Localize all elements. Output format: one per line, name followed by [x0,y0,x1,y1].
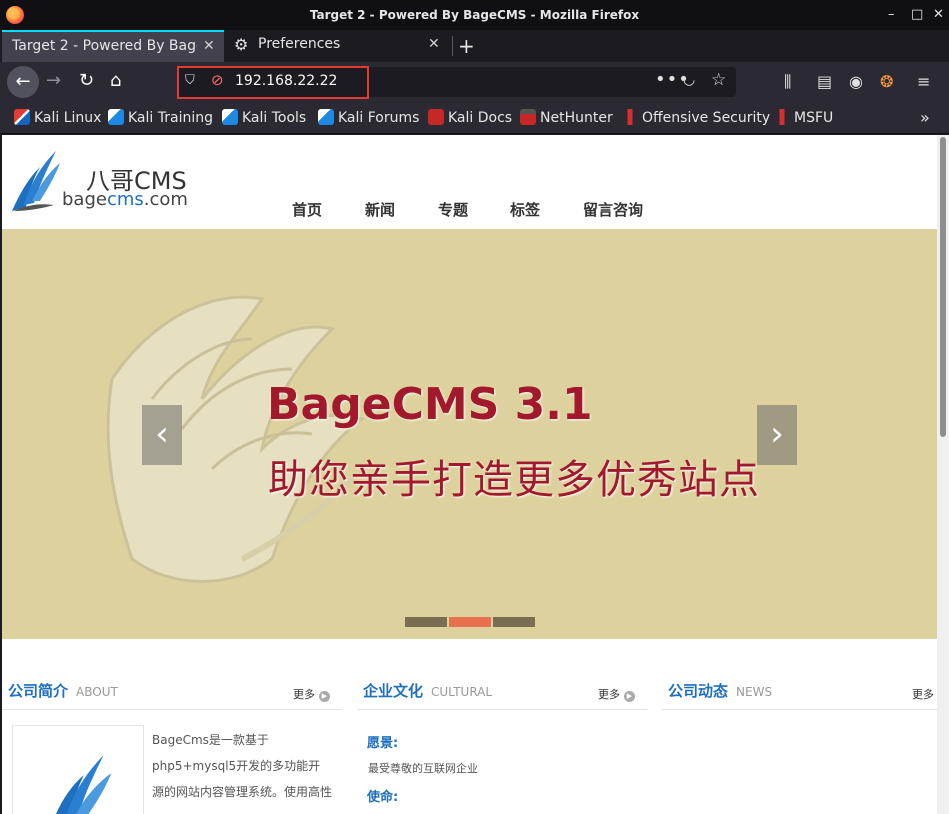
bookmark-kali-docs[interactable]: Kali Docs [428,109,512,126]
bookmarks-toolbar: Kali Linux Kali Training Kali Tools Kali… [0,102,949,134]
close-tab-icon[interactable]: ✕ [203,38,215,54]
msfu-icon [774,109,790,125]
about-text: BageCms是一款基于 php5+mysql5开发的多功能开 源的网站内容管理… [152,733,333,799]
bookmark-kali-training[interactable]: Kali Training [108,109,213,126]
divider [2,709,342,710]
page-scrollbar[interactable] [937,135,949,814]
url-highlight-box [177,66,369,99]
bookmark-kali-forums[interactable]: Kali Forums [318,109,419,126]
section-header-culture: 企业文化 CULTURAL [363,682,493,700]
nav-news[interactable]: 新闻 [365,199,395,220]
close-tab-icon[interactable]: ✕ [428,36,440,52]
minimize-button[interactable]: – [888,7,895,22]
bagecms-logo-bird-icon [55,755,112,814]
bookmark-kali-tools[interactable]: Kali Tools [222,109,306,126]
tab-label: Target 2 - Powered By BageC [12,38,197,54]
gear-icon: ⚙ [234,35,249,54]
tab-separator [452,36,453,56]
slider-next-button[interactable]: › [757,405,797,465]
more-bookmarks-icon[interactable]: » [920,108,930,127]
reload-button[interactable]: ↻ [79,70,94,91]
navigation-toolbar: ← → ↻ ⌂ ⛉ ⊘ 192.168.22.22 ••• ◡ ☆ ⫼ ▤ ◉ … [0,62,949,102]
home-button[interactable]: ⌂ [110,70,121,91]
banner-subtitle: 助您亲手打造更多优秀站点 [268,457,760,503]
forward-button[interactable]: → [46,70,61,91]
sidebar-icon[interactable]: ▤ [817,72,832,91]
slider-dot-active[interactable] [449,617,491,627]
bookmark-star-icon[interactable]: ☆ [711,70,726,90]
bagecms-logo-bird-icon[interactable] [10,145,62,213]
library-icon[interactable]: ⫼ [784,72,791,92]
mission-label: 使命: [367,790,399,805]
bookmark-nethunter[interactable]: NetHunter [520,109,613,126]
divider [662,709,937,710]
section-header-news: 公司动态 NEWS [668,682,773,700]
nav-tags[interactable]: 标签 [510,199,540,220]
bookmark-msfu[interactable]: MSFU [774,109,833,126]
divider [357,709,647,710]
nethunter-icon [520,109,536,125]
account-icon[interactable]: ◉ [849,72,863,91]
kali-dragon-icon [14,109,30,125]
pocket-icon[interactable]: ◡ [683,72,695,88]
logo-text-en[interactable]: bagecms.com [62,189,188,210]
banner-title: BageCMS 3.1 [267,379,593,430]
window-title: Target 2 - Powered By BageCMS - Mozilla … [309,8,640,22]
slider-dot[interactable] [405,617,447,627]
extension-icon[interactable]: ❂ [880,72,893,91]
more-arrow-icon: ▶ [319,691,330,702]
new-tab-button[interactable]: + [458,34,475,58]
tab-label: Preferences [258,36,341,52]
scrollbar-thumb[interactable] [940,137,946,437]
slider-prev-button[interactable]: ‹ [142,405,182,465]
kali-docs-icon [428,109,444,125]
slider-dot[interactable] [493,617,535,627]
more-link-news[interactable]: 更多 [912,686,934,702]
more-arrow-icon: ▶ [624,691,635,702]
bookmark-offensive-security[interactable]: Offensive Security [622,109,770,126]
bookmark-kali-linux[interactable]: Kali Linux [14,109,101,126]
close-window-button[interactable]: ✕ [933,7,944,22]
about-image[interactable] [12,725,144,814]
back-button[interactable]: ← [7,66,39,98]
window-titlebar: Target 2 - Powered By BageCMS - Mozilla … [0,0,949,30]
kali-training-icon [108,109,124,125]
offsec-icon [622,109,638,125]
page-viewport: 八哥CMS bagecms.com 首页 新闻 专题 标签 留言咨询 BageC… [2,135,937,814]
nav-topics[interactable]: 专题 [438,199,468,220]
kali-tools-icon [222,109,238,125]
nav-guestbook[interactable]: 留言咨询 [583,199,643,220]
maximize-button[interactable]: □ [911,7,923,22]
nav-home[interactable]: 首页 [292,199,322,220]
more-link-about[interactable]: 更多 ▶ [293,686,330,702]
vision-label: 愿景: [367,736,399,751]
tab-preferences[interactable]: ⚙ Preferences ✕ [226,30,450,62]
tab-target-2[interactable]: Target 2 - Powered By BageC ✕ [2,30,224,62]
more-link-culture[interactable]: 更多 ▶ [598,686,635,702]
vision-text: 最受尊敬的互联网企业 [368,762,478,775]
menu-icon[interactable]: ≡ [917,72,930,91]
section-header-about: 公司简介 ABOUT [8,682,118,700]
kali-forums-icon [318,109,334,125]
hero-banner: BageCMS 3.1 助您亲手打造更多优秀站点 ‹ › [2,229,937,639]
